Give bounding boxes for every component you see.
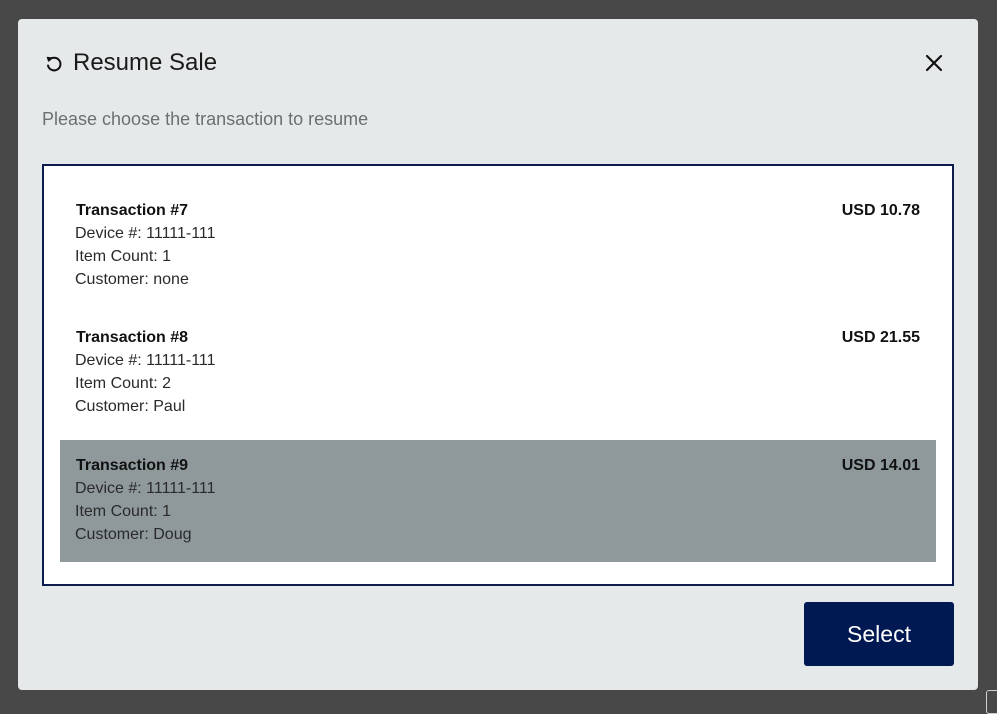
transaction-title: Transaction #9 [76,457,189,474]
select-button[interactable]: Select [804,602,954,666]
transaction-item[interactable]: Transaction #7 USD 10.78 Device #: 11111… [60,185,936,307]
transaction-list: Transaction #7 USD 10.78 Device #: 11111… [42,164,954,586]
transaction-item[interactable]: Transaction #8 USD 21.55 Device #: 11111… [60,312,936,434]
transaction-amount: USD 21.55 [841,329,920,346]
dialog-subtitle: Please choose the transaction to resume [42,109,369,129]
transaction-amount: USD 14.01 [841,457,920,474]
close-icon [925,54,943,77]
transaction-customer: Customer: Paul [75,398,186,415]
transaction-title: Transaction #7 [76,202,189,219]
background-element-edge [986,690,997,714]
transaction-item-count: Item Count: 1 [75,503,172,520]
transaction-item-count: Item Count: 2 [75,375,172,392]
transaction-device: Device #: 11111-111 [75,480,216,497]
transaction-device: Device #: 11111-111 [75,225,216,242]
transaction-item-count: Item Count: 1 [75,248,172,265]
undo-icon [44,54,64,74]
transaction-title: Transaction #8 [76,329,189,346]
transaction-customer: Customer: none [75,271,189,288]
transaction-item-selected[interactable]: Transaction #9 USD 14.01 Device #: 11111… [60,440,936,562]
transaction-device: Device #: 11111-111 [75,352,216,369]
resume-sale-dialog: Resume Sale Please choose the transactio… [18,19,978,690]
close-button[interactable] [921,52,947,78]
transaction-amount: USD 10.78 [841,202,920,219]
dialog-title: Resume Sale [73,49,218,76]
transaction-customer: Customer: Doug [75,526,192,543]
